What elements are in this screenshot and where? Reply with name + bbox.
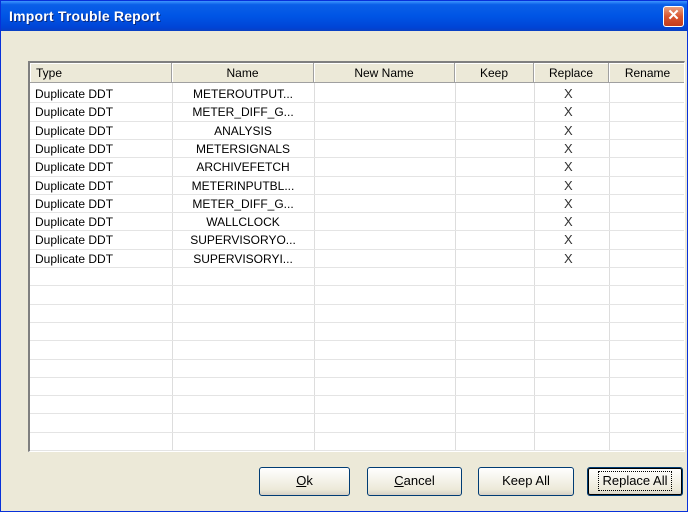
column-header-new-name[interactable]: New Name <box>314 63 455 83</box>
replace-x-icon[interactable]: X <box>564 214 573 229</box>
table-row[interactable]: Duplicate DDT ARCHIVEFETCH X <box>30 158 684 176</box>
column-header-replace[interactable]: Replace <box>534 63 609 83</box>
ok-label-rest: k <box>306 473 313 488</box>
ok-button[interactable]: Ok <box>259 467 350 496</box>
cell-name: ANALYSIS <box>214 124 272 138</box>
table-row[interactable]: Duplicate DDT METERINPUTBL... X <box>30 177 684 195</box>
import-trouble-report-dialog: Import Trouble Report ✕ Type Name New Na… <box>0 0 688 512</box>
replace-x-icon[interactable]: X <box>564 232 573 247</box>
row-divider <box>30 304 684 305</box>
cell-name: METERSIGNALS <box>195 142 291 156</box>
cell-name: METER_DIFF_G... <box>192 197 294 211</box>
trouble-list[interactable]: Type Name New Name Keep Replace Rename D… <box>28 61 685 452</box>
replace-x-icon[interactable]: X <box>564 141 573 156</box>
cell-name: METEROUTPUT... <box>192 87 293 101</box>
table-row[interactable]: Duplicate DDT METER_DIFF_G... X <box>30 195 684 213</box>
cell-name: METER_DIFF_G... <box>192 105 294 119</box>
cell-type: Duplicate DDT <box>35 252 114 266</box>
cancel-mnemonic: C <box>394 473 404 488</box>
cell-type: Duplicate DDT <box>35 124 114 138</box>
cell-name: METERINPUTBL... <box>191 179 295 193</box>
row-divider <box>30 413 684 414</box>
table-row[interactable]: Duplicate DDT METERSIGNALS X <box>30 140 684 158</box>
table-row[interactable]: Duplicate DDT METEROUTPUT... X <box>30 85 684 103</box>
column-header-keep[interactable]: Keep <box>455 63 534 83</box>
cell-name: SUPERVISORYI... <box>193 252 293 266</box>
row-divider <box>30 432 684 433</box>
replace-x-icon[interactable]: X <box>564 104 573 119</box>
row-divider <box>30 395 684 396</box>
replace-x-icon[interactable]: X <box>564 178 573 193</box>
row-divider <box>30 285 684 286</box>
table-row[interactable]: Duplicate DDT WALLCLOCK X <box>30 213 684 231</box>
cell-type: Duplicate DDT <box>35 197 114 211</box>
cell-type: Duplicate DDT <box>35 179 114 193</box>
cell-name: ARCHIVEFETCH <box>196 160 290 174</box>
row-divider <box>30 359 684 360</box>
cell-type: Duplicate DDT <box>35 160 114 174</box>
row-divider <box>30 340 684 341</box>
replace-x-icon[interactable]: X <box>564 86 573 101</box>
replace-all-button[interactable]: Replace All <box>587 467 683 496</box>
column-header-name[interactable]: Name <box>172 63 314 83</box>
window-title: Import Trouble Report <box>9 8 161 24</box>
table-row[interactable]: Duplicate DDT METER_DIFF_G... X <box>30 103 684 121</box>
cancel-label-rest: ancel <box>403 473 435 488</box>
replace-all-label: Replace All <box>598 471 672 491</box>
row-divider <box>30 450 684 451</box>
replace-x-icon[interactable]: X <box>564 123 573 138</box>
cell-type: Duplicate DDT <box>35 233 114 247</box>
row-divider <box>30 377 684 378</box>
ok-mnemonic: O <box>296 473 307 488</box>
title-bar[interactable]: Import Trouble Report ✕ <box>1 1 687 31</box>
keep-all-button[interactable]: Keep All <box>478 467 574 496</box>
list-header: Type Name New Name Keep Replace Rename <box>30 63 684 83</box>
replace-x-icon[interactable]: X <box>564 159 573 174</box>
table-row[interactable]: Duplicate DDT SUPERVISORYI... X <box>30 250 684 268</box>
cancel-button[interactable]: Cancel <box>367 467 462 496</box>
column-header-type[interactable]: Type <box>30 63 172 83</box>
cell-name: WALLCLOCK <box>206 215 280 229</box>
close-icon[interactable]: ✕ <box>663 6 684 27</box>
cell-type: Duplicate DDT <box>35 87 114 101</box>
keep-all-label: Keep All <box>502 473 550 488</box>
table-row[interactable]: Duplicate DDT SUPERVISORYO... X <box>30 231 684 249</box>
cell-type: Duplicate DDT <box>35 142 114 156</box>
cell-name: SUPERVISORYO... <box>190 233 296 247</box>
cell-type: Duplicate DDT <box>35 105 114 119</box>
row-divider <box>30 322 684 323</box>
column-header-rename[interactable]: Rename <box>609 63 684 83</box>
table-row[interactable]: Duplicate DDT ANALYSIS X <box>30 122 684 140</box>
cell-type: Duplicate DDT <box>35 215 114 229</box>
replace-x-icon[interactable]: X <box>564 251 573 266</box>
replace-x-icon[interactable]: X <box>564 196 573 211</box>
